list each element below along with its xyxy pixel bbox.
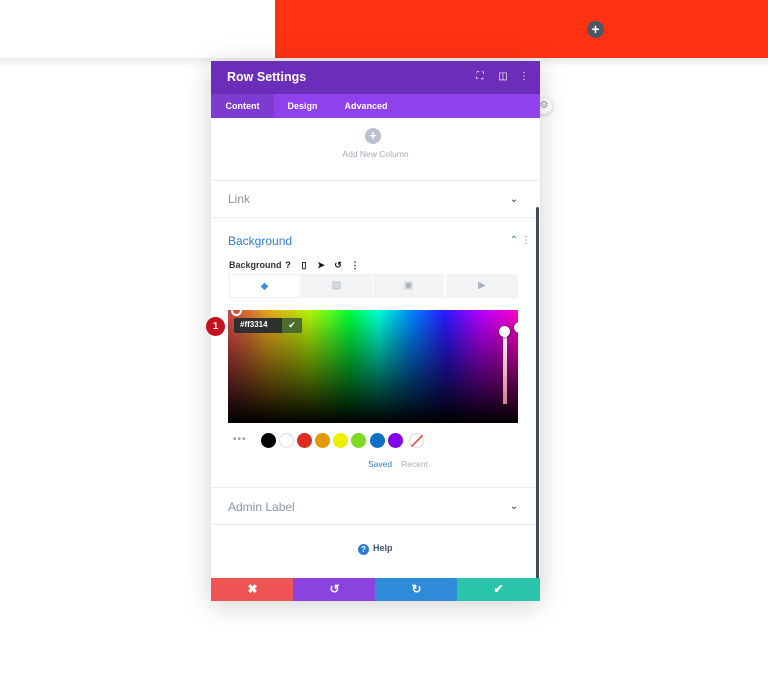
hue-slider-handle[interactable] xyxy=(499,326,510,337)
recent-palette-tab[interactable]: Recent xyxy=(401,459,428,469)
swatch-white[interactable] xyxy=(279,433,294,448)
swatch-green[interactable] xyxy=(351,433,366,448)
color-fill-icon[interactable]: ◆ xyxy=(229,274,300,298)
section-divider xyxy=(211,524,540,525)
modal-footer: ✖ ↺ ↻ ✔ xyxy=(211,578,540,601)
more-options-icon[interactable]: ⋮ xyxy=(349,259,361,271)
tab-advanced[interactable]: Advanced xyxy=(331,94,401,118)
help-icon: ? xyxy=(358,544,369,555)
swatch-blue[interactable] xyxy=(370,433,385,448)
hex-value[interactable]: #ff3314 xyxy=(240,320,268,329)
annotation-marker: 1 xyxy=(206,317,225,336)
swatch-orange[interactable] xyxy=(315,433,330,448)
cursor-icon[interactable]: ➤ xyxy=(315,259,327,271)
image-icon[interactable]: ▣ xyxy=(373,274,444,298)
row-settings-modal: Row Settings ⛶ ◫ ⋮ Content Design Advanc… xyxy=(206,61,540,601)
tab-design[interactable]: Design xyxy=(274,94,331,118)
swatch-yellow[interactable] xyxy=(333,433,348,448)
split-view-icon[interactable]: ◫ xyxy=(496,70,510,84)
more-options-icon[interactable]: ⋮ xyxy=(517,70,531,84)
help-icon[interactable]: ? xyxy=(282,259,294,271)
red-section-bar xyxy=(275,0,768,58)
saved-palette-tab[interactable]: Saved xyxy=(368,459,392,469)
hue-slider[interactable] xyxy=(503,330,507,404)
discard-button[interactable]: ✖ xyxy=(211,578,294,601)
help-label: Help xyxy=(373,543,393,553)
add-column-label[interactable]: Add New Column xyxy=(211,149,540,159)
mobile-icon[interactable]: ▯ xyxy=(298,259,310,271)
swatch-none[interactable] xyxy=(409,433,424,448)
color-picker-handle[interactable] xyxy=(231,305,242,316)
chevron-down-icon[interactable]: ⌄ xyxy=(508,194,520,206)
modal-header: Row Settings ⛶ ◫ ⋮ xyxy=(211,61,540,94)
undo-button[interactable]: ↺ xyxy=(293,578,376,601)
add-column-icon[interactable]: + xyxy=(365,128,381,144)
section-divider xyxy=(211,180,540,181)
swatch-purple[interactable] xyxy=(388,433,403,448)
tab-content[interactable]: Content xyxy=(211,94,274,118)
more-swatches-icon[interactable]: ••• xyxy=(233,434,247,445)
chevron-down-icon[interactable]: ⌄ xyxy=(508,501,520,513)
opacity-slider-handle[interactable] xyxy=(514,322,518,333)
background-section-title[interactable]: Background xyxy=(228,234,292,248)
hex-input[interactable]: #ff3314 ✔ xyxy=(234,318,302,333)
link-section-title[interactable]: Link xyxy=(228,192,250,206)
help-link[interactable]: ? Help xyxy=(358,543,393,555)
section-more-icon[interactable]: ⋮ xyxy=(521,235,531,247)
modal-title: Row Settings xyxy=(227,70,307,84)
reset-icon[interactable]: ↺ xyxy=(332,259,344,271)
fullscreen-icon[interactable]: ⛶ xyxy=(473,70,487,84)
background-field-label: Background xyxy=(229,260,282,270)
save-button[interactable]: ✔ xyxy=(457,578,540,601)
section-divider xyxy=(211,487,540,488)
modal-tabs: Content Design Advanced xyxy=(211,94,540,118)
chevron-up-icon[interactable]: ⌃ xyxy=(508,235,520,247)
video-icon[interactable]: ▶ xyxy=(446,274,518,298)
swatch-red[interactable] xyxy=(297,433,312,448)
redo-button[interactable]: ↻ xyxy=(375,578,458,601)
admin-label-section-title[interactable]: Admin Label xyxy=(228,500,295,514)
add-section-icon[interactable]: + xyxy=(587,21,604,38)
swatch-black[interactable] xyxy=(261,433,276,448)
page-top-white-area xyxy=(0,0,275,58)
section-divider xyxy=(211,217,540,218)
confirm-check-icon[interactable]: ✔ xyxy=(282,318,302,333)
scrollbar[interactable] xyxy=(536,207,539,585)
gradient-icon[interactable]: ▨ xyxy=(301,274,372,298)
